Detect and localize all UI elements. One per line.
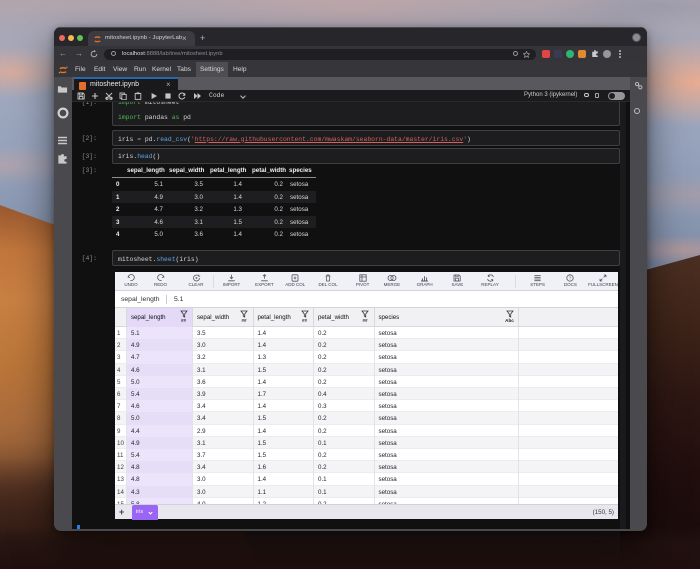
svg-text:?: ?	[569, 275, 572, 280]
